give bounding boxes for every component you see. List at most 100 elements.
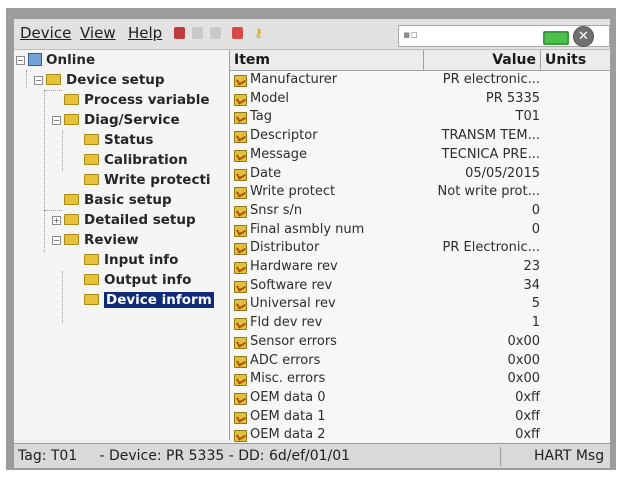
row-item-value: PR electronic... [442, 72, 540, 87]
table-row[interactable]: Misc. errors 0x00 [230, 370, 610, 389]
tree-item-output-info[interactable]: Output info [84, 270, 191, 290]
tree-item-detailed-setup[interactable]: Detailed setup [64, 210, 196, 230]
toolbar-key-icon[interactable]: ⚷ [254, 27, 263, 39]
table-row[interactable]: OEM data 1 0xff [230, 408, 610, 427]
device-tree: − Online − Device setup Process variable… [14, 50, 230, 440]
row-item-value: TRANSM TEM... [441, 128, 540, 144]
tree-item-review[interactable]: Review [64, 230, 139, 250]
row-item-value: 0x00 [507, 352, 540, 368]
tree-item-device-setup[interactable]: Device setup [46, 70, 165, 90]
table-row[interactable]: Hardware rev 23 [230, 258, 610, 277]
tree-item-basic-setup[interactable]: Basic setup [64, 190, 172, 210]
row-item-value: 0 [531, 221, 540, 237]
tree-item-calibration[interactable]: Calibration [84, 150, 188, 170]
parameter-list: Item Value Units Manufacturer PR electron… [230, 50, 610, 442]
tree-item-process-variable[interactable]: Process variable [64, 90, 210, 110]
table-row[interactable]: Sensor errors 0x00 [230, 333, 610, 352]
tree-item-write-protection[interactable]: Write protecti [84, 170, 211, 190]
parameter-icon [234, 318, 247, 331]
row-item-name: Hardware rev [250, 259, 338, 274]
menu-device[interactable]: Device [20, 24, 71, 42]
row-item-name: Final asmbly num [250, 221, 365, 237]
menu-help[interactable]: Help [128, 24, 162, 42]
tree-item-online[interactable]: Online [28, 50, 95, 70]
expand-detailed-setup-icon[interactable]: + [52, 216, 61, 225]
status-hart-msg[interactable]: HART Msg [534, 444, 604, 468]
tree-line [44, 90, 62, 91]
row-item-value: 34 [523, 277, 540, 293]
parameter-icon [234, 374, 247, 387]
collapse-device-setup-icon[interactable]: − [34, 76, 43, 85]
table-row[interactable]: Snsr s/n 0 [230, 202, 610, 221]
row-item-name: Software rev [250, 277, 333, 293]
parameter-icon [234, 355, 247, 368]
toolbar-device-icon[interactable] [174, 27, 185, 39]
close-icon[interactable]: ✕ [573, 26, 594, 47]
folder-icon [84, 253, 99, 265]
row-item-name: OEM data 2 [250, 427, 326, 442]
parameter-icon [234, 336, 247, 349]
table-row[interactable]: Message TECNICA PRE... [230, 146, 610, 165]
table-row[interactable]: Fld dev rev 1 [230, 314, 610, 333]
menu-view[interactable]: View [80, 24, 116, 42]
table-row[interactable]: Universal rev 5 [230, 295, 610, 314]
table-row[interactable]: Descriptor TRANSM TEM... [230, 127, 610, 146]
table-row[interactable]: Date 05/05/2015 [230, 165, 610, 184]
row-item-value: 0 [531, 202, 540, 218]
tree-line [26, 70, 27, 88]
table-row[interactable]: Manufacturer PR electronic... [230, 71, 610, 90]
online-icon [28, 52, 42, 66]
row-item-name: Universal rev [250, 296, 336, 312]
toolbar-disabled-icon [192, 27, 203, 39]
row-item-value: PR 5335 [485, 90, 540, 106]
row-item-value: 05/05/2015 [465, 165, 540, 181]
folder-icon [64, 193, 79, 205]
battery-icon [543, 31, 569, 45]
handheld-screen: Device View Help ⚷ ▪▫ ✕ − Online − Devic… [14, 19, 610, 468]
row-item-name: Message [250, 146, 307, 162]
row-item-value: 0xff [515, 389, 540, 405]
parameter-icon [234, 149, 247, 162]
tree-line [44, 210, 62, 211]
menu-bar: Device View Help ⚷ ▪▫ ✕ [14, 19, 610, 50]
column-header-item[interactable]: Item [230, 50, 424, 70]
tree-item-diag-service[interactable]: Diag/Service [64, 110, 180, 130]
table-row[interactable]: Model PR 5335 [230, 90, 610, 109]
list-header: Item Value Units [230, 50, 610, 71]
parameter-icon [234, 93, 247, 106]
toolbar-save-icon[interactable] [232, 27, 243, 39]
table-row[interactable]: Final asmbly num 0 [230, 221, 610, 240]
status-bar: Tag: T01 - Device: PR 5335 - DD: 6d/ef/0… [14, 443, 610, 468]
row-item-name: Manufacturer [250, 72, 338, 87]
table-row[interactable]: Tag T01 [230, 108, 610, 127]
tree-item-input-info[interactable]: Input info [84, 250, 178, 270]
collapse-online-icon[interactable]: − [16, 56, 25, 65]
collapse-review-icon[interactable]: − [52, 236, 61, 245]
row-item-name: Descriptor [250, 128, 318, 144]
folder-icon [64, 93, 79, 105]
table-row[interactable]: Distributor PR Electronic... [230, 239, 610, 258]
tree-item-status[interactable]: Status [84, 130, 153, 150]
toolbar-disabled-icon-2 [210, 27, 221, 39]
row-item-value: 0x00 [507, 371, 540, 387]
column-header-value[interactable]: Value [424, 50, 541, 70]
parameter-icon [234, 168, 247, 181]
row-item-value: 0xff [515, 427, 540, 442]
table-row[interactable]: OEM data 0 0xff [230, 389, 610, 408]
row-item-value: 0xff [515, 408, 540, 424]
table-row[interactable]: ADC errors 0x00 [230, 352, 610, 371]
table-row[interactable]: OEM data 2 0xff [230, 426, 610, 442]
column-header-units[interactable]: Units [541, 50, 609, 70]
table-row[interactable]: Software rev 34 [230, 277, 610, 296]
parameter-icon [234, 262, 247, 274]
row-item-name: Model [250, 90, 290, 106]
signal-icon: ▪▫ [403, 28, 418, 41]
parameter-icon [234, 243, 247, 256]
folder-icon [84, 273, 99, 285]
folder-icon [64, 113, 79, 125]
tree-item-device-information[interactable]: Device inform [84, 290, 214, 310]
collapse-diag-service-icon[interactable]: − [52, 116, 61, 125]
table-row[interactable]: Write protect Not write prot... [230, 183, 610, 202]
parameter-icon [234, 224, 247, 237]
row-item-name: ADC errors [250, 352, 321, 368]
